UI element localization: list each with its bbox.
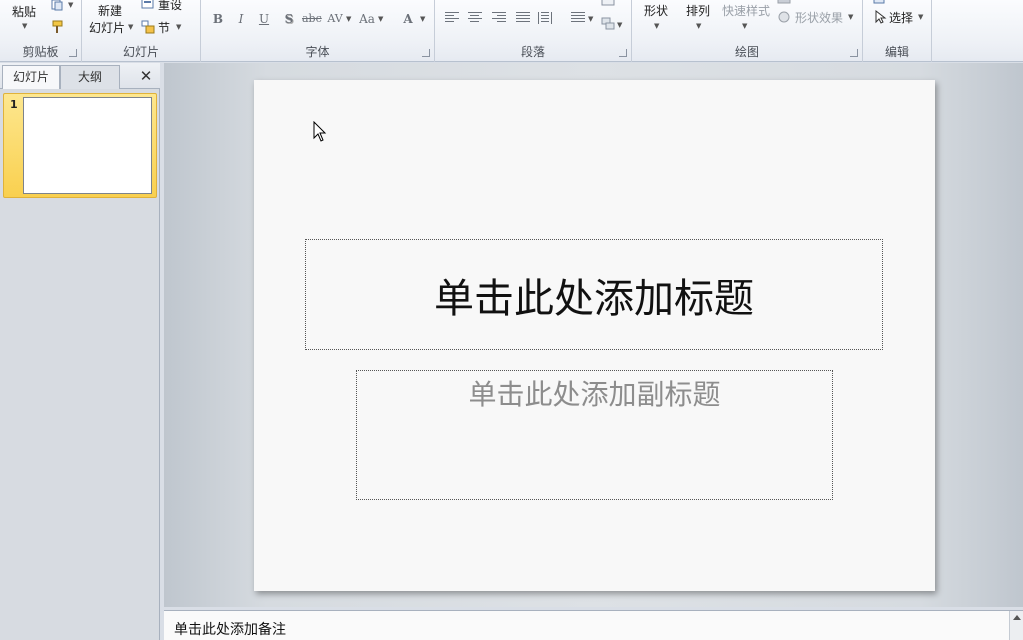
tab-slides[interactable]: 幻灯片	[2, 65, 60, 89]
paste-dropdown-icon[interactable]: ▼	[22, 22, 27, 30]
notes-scrollbar[interactable]	[1009, 611, 1023, 640]
columns-dropdown-icon[interactable]: ▼	[588, 15, 593, 23]
reset-button[interactable]: 重设	[158, 0, 182, 13]
font-launcher-icon[interactable]: .	[422, 49, 430, 57]
font-color-button[interactable]: A	[400, 10, 416, 28]
title-placeholder-text: 单击此处添加标题	[434, 275, 754, 322]
underline-button[interactable]: U	[256, 10, 272, 28]
quick-styles-dropdown-icon[interactable]: ▼	[742, 22, 747, 30]
slide-thumbnail-item[interactable]: 1	[3, 93, 157, 198]
mouse-cursor-icon	[313, 121, 327, 142]
font-group: B I U S abc AV ▼ Aa ▼ A ▼ 字体 .	[201, 0, 435, 62]
ribbon: 粘贴 ▼ ▼ 剪贴板 . 新建 幻灯片 ▼ 重设 节 ▼ 幻灯片 B	[0, 0, 1023, 62]
new-slide-button-top[interactable]: 新建	[98, 2, 122, 19]
shape-effects-icon[interactable]	[777, 10, 791, 24]
align-right-icon[interactable]	[492, 12, 506, 24]
font-group-label: 字体	[305, 45, 330, 59]
columns-icon[interactable]	[571, 12, 585, 24]
shape-effects-dropdown-icon[interactable]: ▼	[848, 13, 853, 21]
shadow-button[interactable]: S	[281, 10, 297, 28]
copy-dropdown-icon[interactable]: ▼	[68, 1, 73, 9]
arrange-dropdown-icon[interactable]: ▼	[696, 22, 701, 30]
strikethrough-button[interactable]: abc	[302, 10, 322, 28]
replace-icon[interactable]	[873, 0, 887, 7]
shapes-dropdown-icon[interactable]: ▼	[654, 22, 659, 30]
scroll-up-icon[interactable]	[1013, 615, 1021, 620]
drawing-launcher-icon[interactable]: .	[850, 49, 858, 57]
notes-placeholder: 单击此处添加备注	[174, 622, 286, 638]
align-center-icon[interactable]	[468, 12, 482, 24]
arrange-button[interactable]: 排列	[686, 2, 710, 19]
section-button[interactable]: 节	[158, 19, 170, 36]
editing-group-label: 编辑	[884, 45, 909, 59]
select-button[interactable]: 选择	[889, 9, 913, 26]
clipboard-launcher-icon[interactable]: .	[69, 49, 77, 57]
font-color-dropdown-icon[interactable]: ▼	[420, 15, 425, 23]
justify-icon[interactable]	[516, 12, 530, 24]
section-dropdown-icon[interactable]: ▼	[176, 23, 181, 31]
slides-panel: 幻灯片 大纲 ✕ 1	[0, 63, 160, 640]
drawing-group: 形状 ▼ 排列 ▼ 快速样式 ▼ 形状效果 ▼ 绘图 .	[632, 0, 863, 62]
text-direction-icon[interactable]	[601, 0, 615, 8]
drawing-group-label: 绘图	[734, 45, 759, 59]
shape-fill-icon[interactable]	[777, 0, 791, 8]
copy-icon[interactable]	[50, 0, 64, 12]
shapes-button[interactable]: 形状	[644, 2, 668, 19]
clipboard-group: 粘贴 ▼ ▼ 剪贴板 .	[0, 0, 82, 62]
slides-group: 新建 幻灯片 ▼ 重设 节 ▼ 幻灯片	[82, 0, 201, 62]
align-left-icon[interactable]	[445, 12, 459, 24]
title-placeholder[interactable]: 单击此处添加标题	[305, 239, 883, 350]
shape-effects-button[interactable]: 形状效果	[795, 9, 843, 26]
format-painter-icon[interactable]	[50, 20, 64, 34]
paragraph-group-label: 段落	[520, 45, 545, 59]
panel-tabs: 幻灯片 大纲 ✕	[0, 63, 160, 89]
slide-thumbnail-number: 1	[10, 98, 18, 111]
notes-pane[interactable]: 单击此处添加备注	[164, 610, 1023, 640]
character-spacing-button[interactable]: AV	[327, 10, 343, 28]
slide-edit-area: 单击此处添加标题 单击此处添加副标题	[164, 63, 1023, 607]
new-slide-dropdown-icon[interactable]: ▼	[128, 23, 133, 31]
italic-button[interactable]: I	[233, 10, 249, 28]
section-icon[interactable]	[141, 20, 155, 34]
distributed-align-icon[interactable]	[538, 12, 552, 24]
subtitle-placeholder[interactable]: 单击此处添加副标题	[356, 370, 833, 500]
paragraph-group: ▼ ▼ 段落 .	[435, 0, 632, 62]
slides-group-label: 幻灯片	[122, 45, 159, 59]
close-icon[interactable]: ✕	[138, 67, 154, 85]
change-case-button[interactable]: Aa	[359, 10, 375, 28]
select-dropdown-icon[interactable]: ▼	[918, 13, 923, 21]
tab-outline[interactable]: 大纲	[60, 65, 120, 89]
paste-button[interactable]: 粘贴	[12, 3, 36, 20]
change-case-dropdown-icon[interactable]: ▼	[378, 15, 383, 23]
reset-icon[interactable]	[141, 0, 155, 11]
new-slide-button[interactable]: 幻灯片	[89, 19, 125, 36]
quick-styles-button[interactable]: 快速样式	[722, 2, 770, 19]
smartart-icon[interactable]	[601, 17, 615, 31]
smartart-dropdown-icon[interactable]: ▼	[617, 21, 622, 29]
bold-button[interactable]: B	[210, 10, 226, 28]
editing-group: 选择 ▼ 编辑	[863, 0, 932, 62]
slide-canvas[interactable]: 单击此处添加标题 单击此处添加副标题	[254, 80, 935, 591]
slide-thumbnail[interactable]	[23, 97, 152, 194]
select-cursor-icon[interactable]	[873, 10, 887, 24]
character-spacing-dropdown-icon[interactable]: ▼	[346, 15, 351, 23]
paragraph-launcher-icon[interactable]: .	[619, 49, 627, 57]
subtitle-placeholder-text: 单击此处添加副标题	[468, 378, 721, 411]
